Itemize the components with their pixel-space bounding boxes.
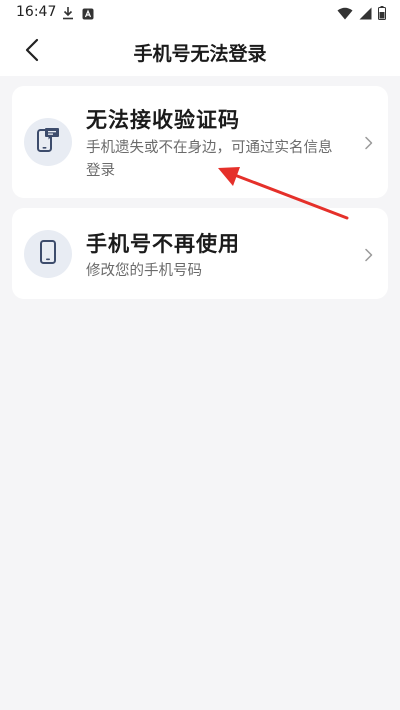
card-icon-wrap xyxy=(24,118,72,166)
chevron-right-icon xyxy=(362,135,376,150)
card-icon-wrap xyxy=(24,230,72,278)
app-notification-icon xyxy=(82,5,94,24)
page-title: 手机号无法登录 xyxy=(133,43,267,65)
phone-icon xyxy=(39,239,57,269)
status-right-icons xyxy=(337,5,386,24)
signal-icon xyxy=(359,5,372,24)
card-title: 无法接收验证码 xyxy=(86,108,240,132)
download-icon xyxy=(62,5,74,24)
card-description: 修改您的手机号码 xyxy=(86,263,202,279)
wifi-icon xyxy=(337,5,353,24)
card-title: 手机号不再使用 xyxy=(86,232,240,256)
status-time: 16:47 xyxy=(16,4,57,20)
option-card-number-not-in-use[interactable]: 手机号不再使用 修改您的手机号码 xyxy=(12,208,388,299)
status-bar: 16:47 xyxy=(0,0,400,28)
status-left-icons xyxy=(62,5,94,24)
card-description: 手机遗失或不在身边，可通过实名信息登录 xyxy=(86,140,333,179)
chevron-right-icon xyxy=(362,247,376,262)
header-bar: 手机号无法登录 xyxy=(0,28,400,76)
option-card-cannot-receive-code[interactable]: 无法接收验证码 手机遗失或不在身边，可通过实名信息登录 xyxy=(12,86,388,198)
battery-icon xyxy=(378,5,386,24)
phone-message-icon xyxy=(36,127,60,157)
